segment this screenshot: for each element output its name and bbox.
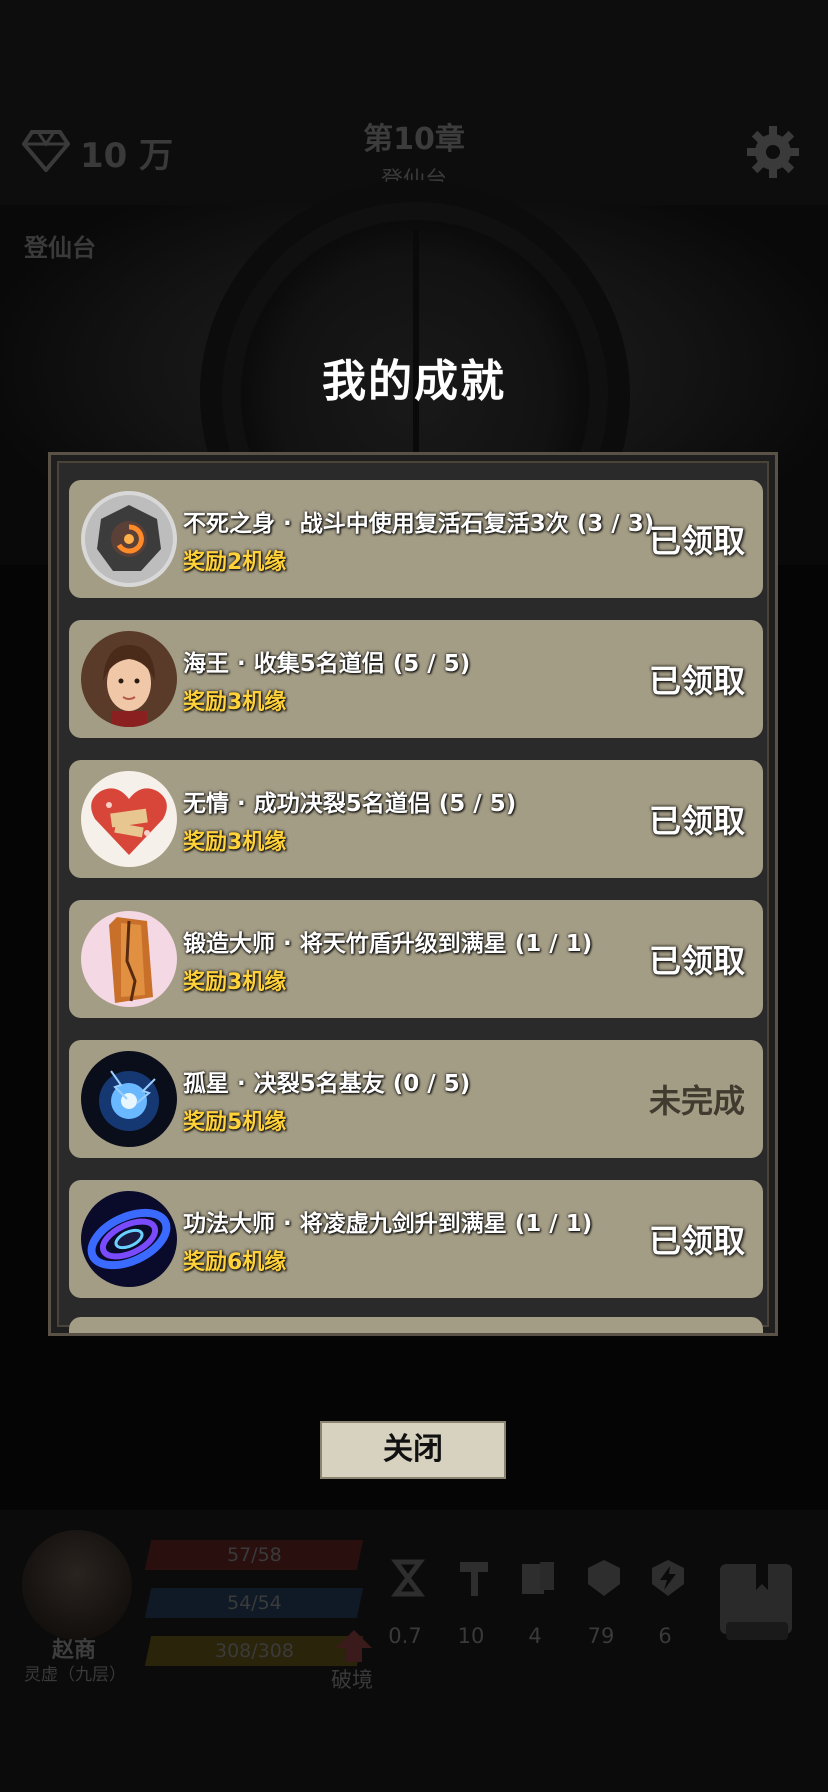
hero-realm: 灵虚（九层） — [24, 1665, 126, 1685]
shield-icon — [588, 1560, 620, 1596]
stat-value: 79 — [587, 1624, 615, 1648]
hp-bar: 57/58 — [144, 1540, 364, 1570]
achievement-reward: 奖励2机缘 — [183, 550, 287, 575]
achievement-status: 未完成 — [648, 1082, 745, 1120]
stat-value: 4 — [528, 1624, 542, 1648]
mp-value: 54/54 — [226, 1592, 282, 1614]
achievement-title: 功法大师 · 将凌虚九剑升到满星 (1 / 1) — [183, 1211, 593, 1237]
stat-value: 10 — [457, 1624, 485, 1648]
hero-avatar[interactable] — [22, 1530, 132, 1640]
modal-title: 我的成就 — [322, 356, 506, 407]
achievement-card[interactable]: 无情 · 成功决裂5名道侣 (5 / 5) 奖励3机缘 已领取 — [69, 760, 763, 878]
achievement-card[interactable]: 孤星 · 决裂5名基友 (0 / 5) 奖励5机缘 未完成 — [69, 1040, 763, 1158]
book-icon[interactable] — [716, 1560, 796, 1646]
scene-label: 登仙台 — [24, 234, 96, 262]
achievements-panel[interactable]: 不死之身 · 战斗中使用复活石复活3次 (3 / 3) 奖励2机缘 已领取 海王… — [48, 452, 778, 1336]
close-button[interactable]: 关闭 — [320, 1421, 506, 1479]
achievement-status[interactable]: 已领取 — [649, 516, 745, 562]
chapter-title: 第10章 — [363, 122, 465, 157]
achievement-title: 海王 · 收集5名道侣 (5 / 5) — [183, 651, 471, 677]
up-arrow-icon[interactable] — [334, 1628, 374, 1664]
achievement-title: 孤星 · 决裂5名基友 (0 / 5) — [183, 1071, 471, 1097]
bamboo-shield-icon — [81, 911, 177, 1007]
vortex-skill-icon — [81, 1191, 177, 1287]
achievement-reward: 奖励3机缘 — [183, 830, 287, 855]
revive-stone-icon — [81, 491, 177, 587]
achievement-reward: 奖励3机缘 — [183, 690, 287, 715]
achievement-title: 锻造大师 · 将天竹盾升级到满星 (1 / 1) — [183, 931, 593, 957]
achievement-card[interactable]: 不死之身 · 战斗中使用复活石复活3次 (3 / 3) 奖励2机缘 已领取 — [69, 480, 763, 598]
achievement-reward: 奖励6机缘 — [183, 1250, 287, 1275]
hammer-icon — [460, 1562, 488, 1596]
achievement-status[interactable]: 已领取 — [649, 1216, 745, 1262]
stat-value: 0.7 — [388, 1624, 422, 1648]
achievement-card[interactable]: 功法大师 · 将凌虚九剑升到满星 (1 / 1) 奖励6机缘 已领取 — [69, 1180, 763, 1298]
achievement-card[interactable]: 海王 · 收集5名道侣 (5 / 5) 奖励3机缘 已领取 — [69, 620, 763, 738]
cards-icon — [522, 1562, 554, 1594]
achievement-title: 不死之身 · 战斗中使用复活石复活3次 (3 / 3) — [183, 511, 655, 537]
gear-icon[interactable] — [745, 124, 801, 180]
achievement-status[interactable]: 已领取 — [649, 796, 745, 842]
broken-heart-icon — [81, 771, 177, 867]
stat-value: 6 — [658, 1624, 672, 1648]
achievement-card[interactable]: 锻造大师 · 将天竹盾升级到满星 (1 / 1) 奖励3机缘 已领取 — [69, 900, 763, 1018]
achievement-status[interactable]: 已领取 — [649, 936, 745, 982]
hourglass-icon — [391, 1559, 425, 1597]
achievement-reward: 奖励3机缘 — [183, 970, 287, 995]
achievement-title: 无情 · 成功决裂5名道侣 (5 / 5) — [183, 791, 517, 817]
companion-portrait-icon — [81, 631, 177, 727]
bottom-hud — [0, 1510, 828, 1792]
chapter-subtitle: 登仙台 — [380, 168, 447, 193]
achievement-status[interactable]: 已领取 — [649, 656, 745, 702]
achievement-reward: 奖励5机缘 — [183, 1110, 287, 1135]
achievement-card-partial[interactable] — [69, 1317, 763, 1333]
exp-value: 308/308 — [214, 1640, 294, 1662]
mp-bar: 54/54 — [144, 1588, 364, 1618]
hp-value: 57/58 — [226, 1544, 282, 1566]
top-bar: 10 万 第10章 登仙台 — [0, 0, 828, 205]
lightning-icon — [652, 1560, 684, 1596]
lone-star-orb-icon — [81, 1051, 177, 1147]
breakthrough-label[interactable]: 破境 — [331, 1664, 373, 1694]
exp-bar: 308/308 — [144, 1636, 364, 1666]
